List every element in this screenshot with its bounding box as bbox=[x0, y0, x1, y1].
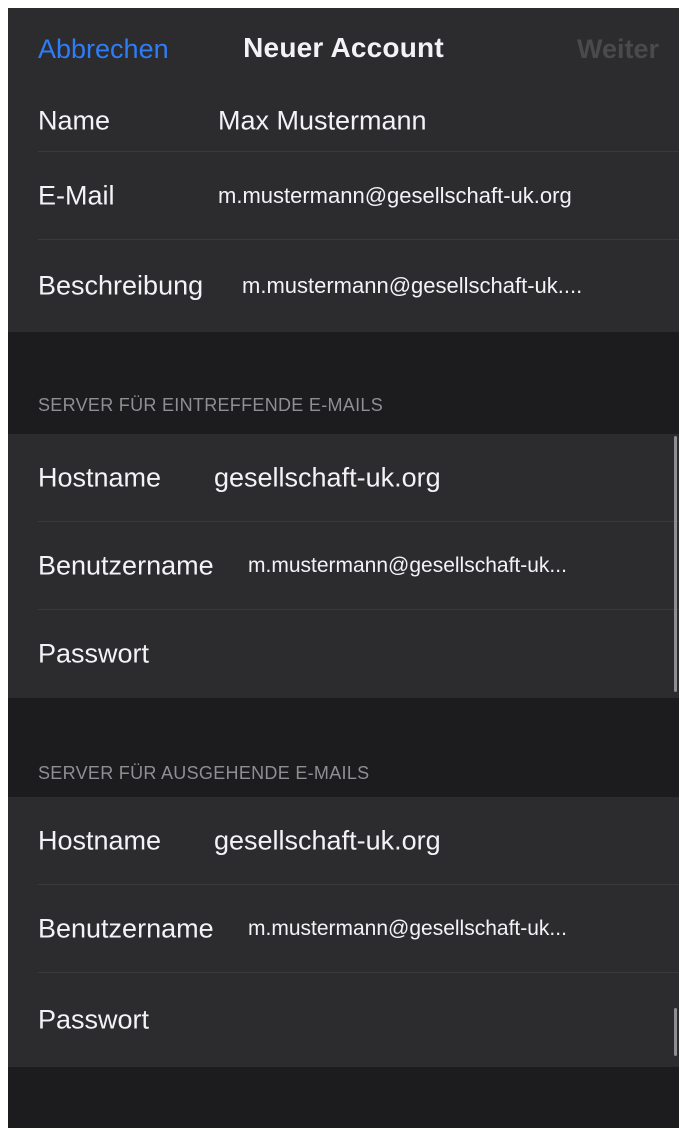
outgoing-section-header: SERVER FÜR AUSGEHENDE E-MAILS bbox=[38, 763, 370, 783]
incoming-username-label: Benutzername bbox=[38, 550, 214, 581]
screen: Name Max Mustermann E-Mail m.mustermann@… bbox=[8, 8, 679, 1128]
outgoing-server-group: Hostname gesellschaft-uk.org Benutzernam… bbox=[8, 797, 679, 1067]
outgoing-password-label: Passwort bbox=[38, 1004, 150, 1035]
outgoing-hostname-label: Hostname bbox=[38, 825, 162, 856]
cancel-button[interactable]: Abbrechen bbox=[38, 34, 169, 65]
account-group: Name Max Mustermann E-Mail m.mustermann@… bbox=[8, 66, 679, 332]
outgoing-username-label: Benutzername bbox=[38, 913, 214, 944]
incoming-password-label: Passwort bbox=[38, 638, 150, 669]
email-row[interactable]: E-Mail m.mustermann@gesellschaft-uk.org bbox=[8, 152, 679, 240]
incoming-server-group: Hostname gesellschaft-uk.org Benutzernam… bbox=[8, 434, 679, 698]
scrollbar[interactable] bbox=[674, 436, 677, 692]
incoming-hostname-row[interactable]: Hostname gesellschaft-uk.org bbox=[8, 434, 679, 522]
email-value[interactable]: m.mustermann@gesellschaft-uk.org bbox=[218, 183, 572, 209]
outgoing-username-value[interactable]: m.mustermann@gesellschaft-uk... bbox=[248, 917, 567, 941]
incoming-password-row[interactable]: Passwort bbox=[8, 610, 679, 698]
incoming-username-value[interactable]: m.mustermann@gesellschaft-uk... bbox=[248, 554, 567, 578]
description-row[interactable]: Beschreibung m.mustermann@gesellschaft-u… bbox=[8, 240, 679, 332]
incoming-hostname-value[interactable]: gesellschaft-uk.org bbox=[214, 463, 441, 494]
outgoing-hostname-value[interactable]: gesellschaft-uk.org bbox=[214, 826, 441, 857]
outgoing-password-row[interactable]: Passwort bbox=[8, 973, 679, 1067]
incoming-hostname-label: Hostname bbox=[38, 462, 162, 493]
incoming-section-header: SERVER FÜR EINTREFFENDE E-MAILS bbox=[38, 395, 384, 415]
name-value[interactable]: Max Mustermann bbox=[218, 106, 427, 137]
email-label: E-Mail bbox=[38, 180, 115, 211]
name-label: Name bbox=[38, 105, 111, 136]
outgoing-hostname-row[interactable]: Hostname gesellschaft-uk.org bbox=[8, 797, 679, 885]
scrollbar[interactable] bbox=[674, 1008, 677, 1056]
next-button[interactable]: Weiter bbox=[577, 34, 659, 65]
outgoing-username-row[interactable]: Benutzername m.mustermann@gesellschaft-u… bbox=[8, 885, 679, 973]
incoming-username-row[interactable]: Benutzername m.mustermann@gesellschaft-u… bbox=[8, 522, 679, 610]
description-value[interactable]: m.mustermann@gesellschaft-uk.... bbox=[242, 273, 582, 299]
navigation-bar: Neuer Account Abbrechen Weiter bbox=[8, 8, 679, 92]
description-label: Beschreibung bbox=[38, 270, 204, 301]
